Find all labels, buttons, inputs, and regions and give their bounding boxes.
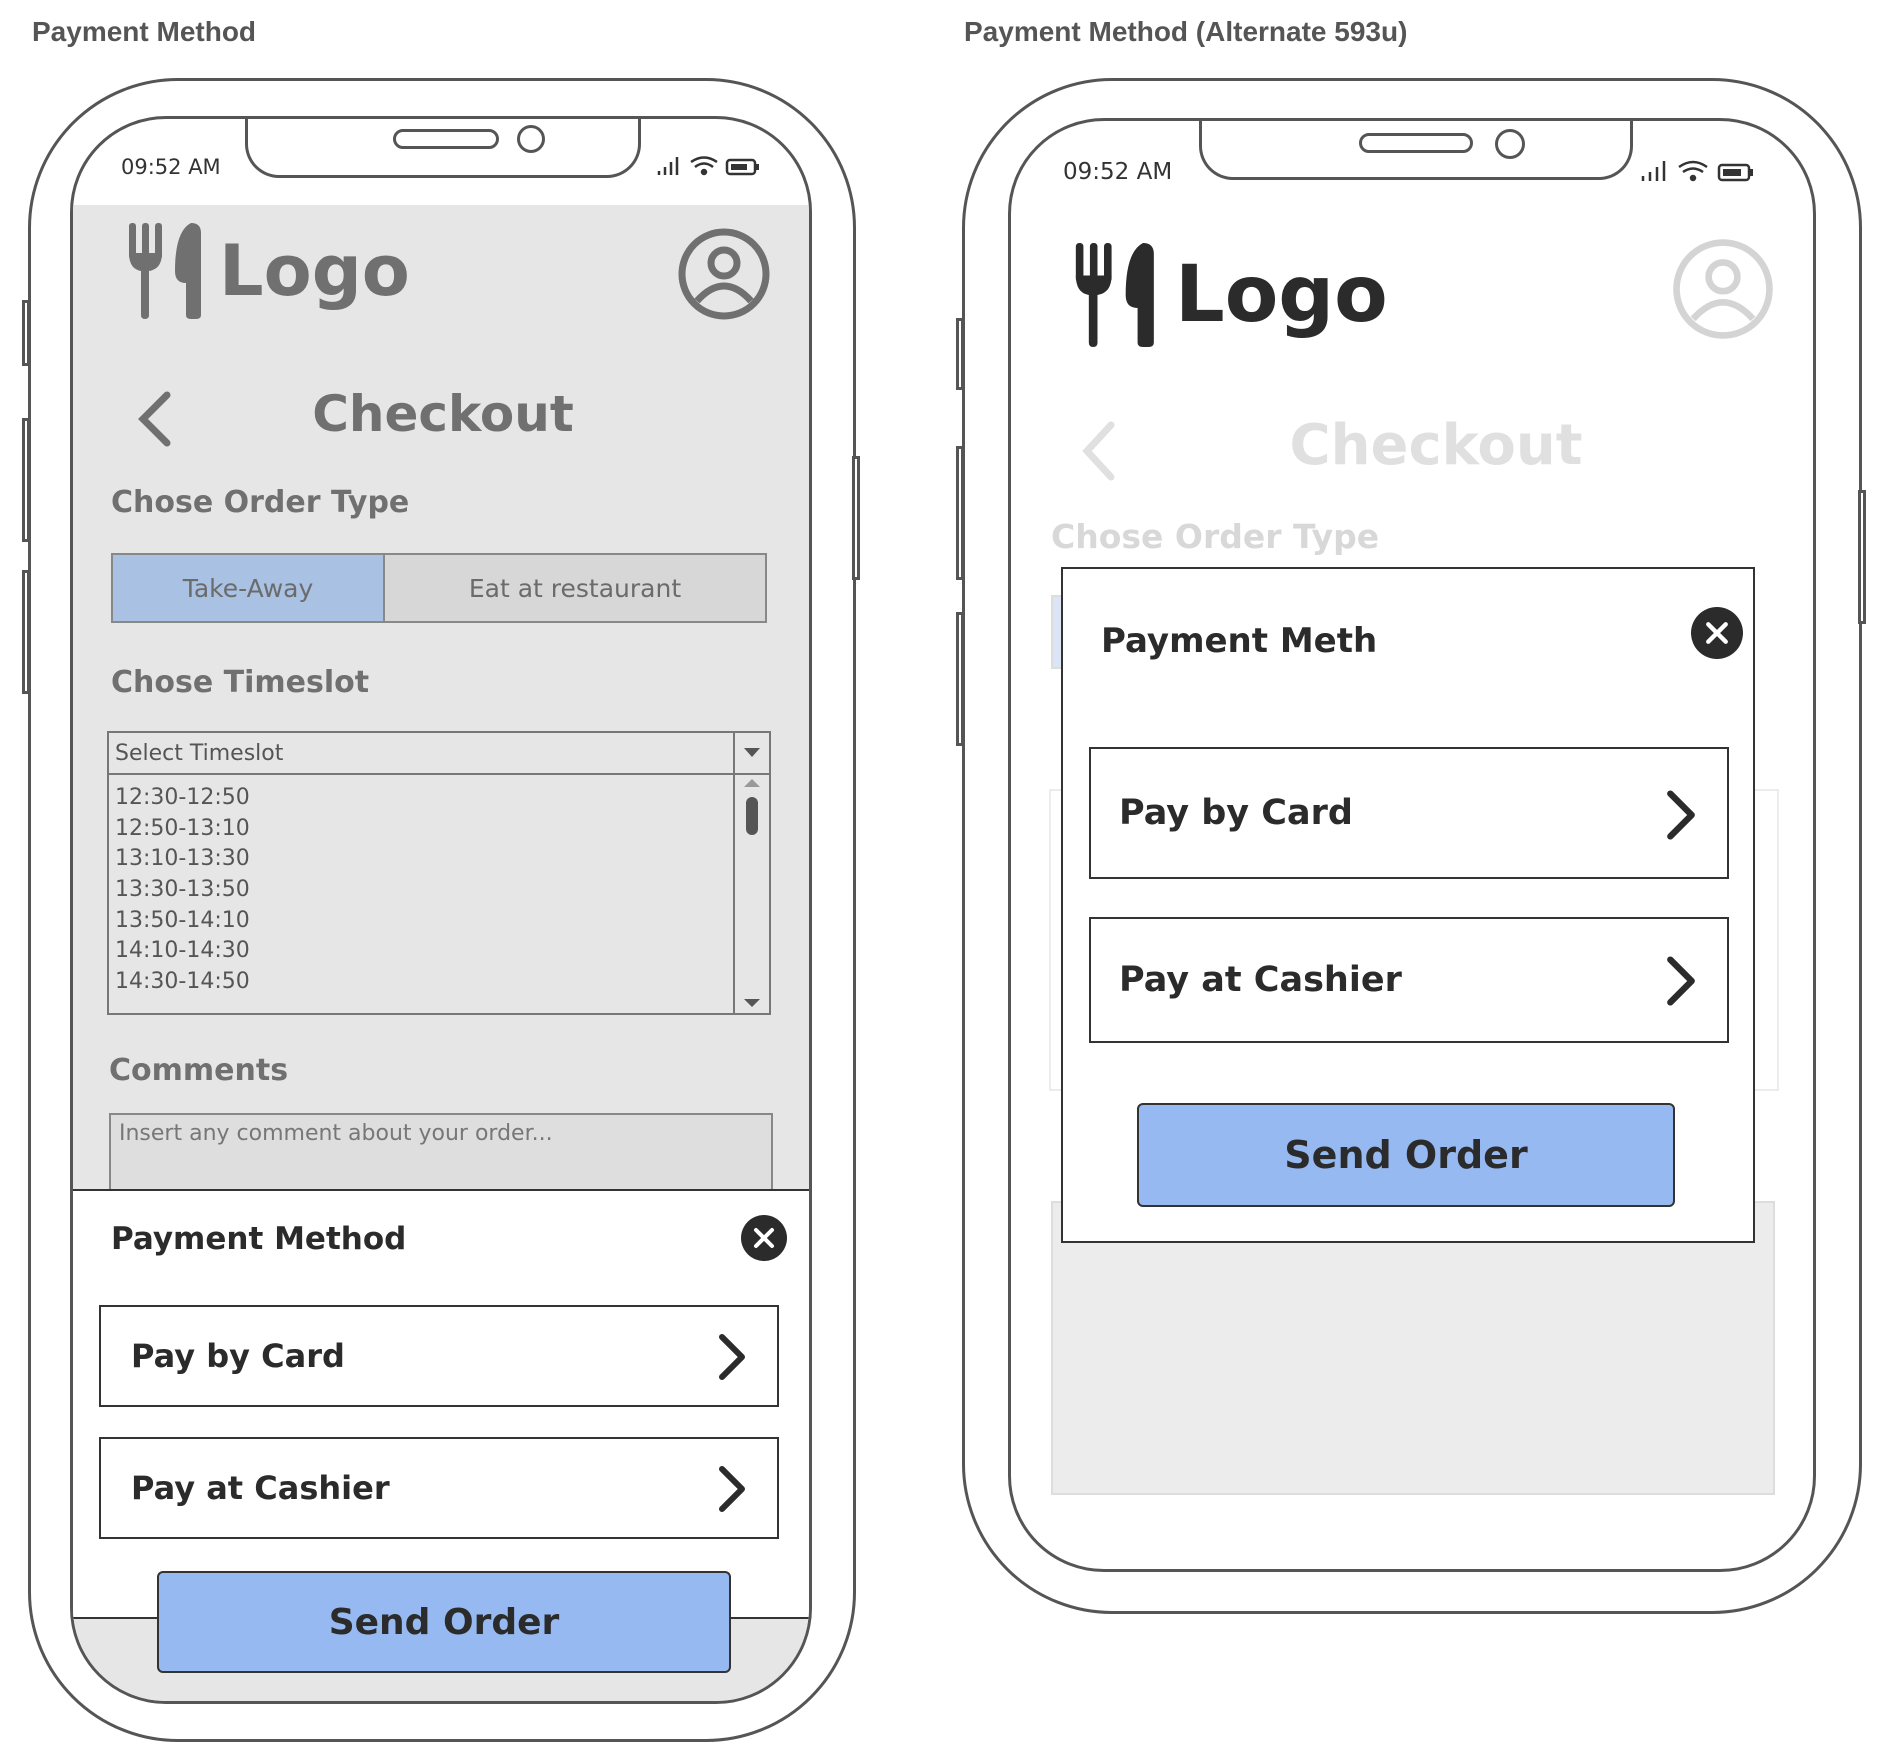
list-item[interactable]: 12:50-13:10 (115, 814, 250, 845)
signal-icon (1641, 161, 1666, 181)
segment-take-away[interactable]: Take-Away (113, 555, 385, 621)
back-chevron-icon[interactable] (135, 391, 175, 451)
faded-comments-field (1051, 1201, 1775, 1495)
frame-title: Payment Method (32, 16, 257, 47)
fork-knife-icon (1075, 243, 1154, 347)
send-order-button[interactable]: Send Order (1137, 1103, 1675, 1207)
speaker (1359, 133, 1473, 153)
option-label: Pay at Cashier (131, 1469, 390, 1507)
list-item[interactable]: 13:30-13:50 (115, 875, 250, 906)
side-button (1858, 490, 1866, 624)
option-label: Pay at Cashier (1119, 960, 1402, 1000)
phone-screen: 09:52 AM Logo Checkout Chose Order Type … (70, 116, 812, 1704)
segment-eat-at-restaurant[interactable]: Eat at restaurant (385, 555, 765, 621)
dropdown-arrow-icon[interactable] (733, 733, 769, 773)
sheet-title: Payment Method (111, 1221, 407, 1257)
chevron-right-icon (717, 1465, 747, 1517)
sheet-title: Payment Meth (1101, 621, 1378, 661)
payment-method-sheet: Payment Method Pay by Card Pay at Cashie… (73, 1189, 809, 1619)
timeslot-select[interactable]: Select Timeslot (109, 733, 769, 775)
app-logo: Logo (127, 223, 410, 319)
send-order-button[interactable]: Send Order (157, 1571, 731, 1673)
pay-by-card-option[interactable]: Pay by Card (1089, 747, 1729, 879)
status-icons (655, 153, 765, 183)
pay-at-cashier-option[interactable]: Pay at Cashier (1089, 917, 1729, 1043)
order-type-segmented-control: Take-Away Eat at restaurant (111, 553, 767, 623)
user-avatar-icon[interactable] (1671, 237, 1775, 345)
logo-text: Logo (1175, 250, 1388, 340)
order-type-label: Chose Order Type (1051, 517, 1380, 556)
camera (517, 125, 545, 153)
side-button (956, 446, 964, 580)
timeslot-label: Chose Timeslot (111, 665, 370, 700)
side-button (22, 418, 30, 542)
battery-icon (725, 158, 759, 176)
battery-icon (1717, 163, 1753, 182)
comments-label: Comments (109, 1053, 289, 1088)
camera (1495, 129, 1525, 159)
back-chevron-icon[interactable] (1079, 421, 1119, 485)
speaker (393, 129, 499, 149)
logo-text: Logo (219, 230, 410, 312)
timeslot-list: 12:30-12:50 12:50-13:10 13:10-13:30 13:3… (115, 783, 250, 998)
status-icons (1639, 157, 1759, 189)
scrollbar[interactable] (733, 775, 769, 1013)
status-time: 09:52 AM (1063, 159, 1173, 185)
list-item[interactable]: 14:30-14:50 (115, 967, 250, 998)
timeslot-listbox[interactable]: Select Timeslot 12:30-12:50 12:50-13:10 … (107, 731, 771, 1015)
fork-knife-icon (129, 223, 201, 319)
list-item[interactable]: 13:50-14:10 (115, 906, 250, 937)
side-button (22, 570, 30, 694)
list-item[interactable]: 13:10-13:30 (115, 844, 250, 875)
user-avatar-icon[interactable] (677, 227, 771, 325)
list-item[interactable]: 12:30-12:50 (115, 783, 250, 814)
close-icon[interactable] (741, 1215, 787, 1261)
close-icon[interactable] (1691, 607, 1743, 659)
pay-by-card-option[interactable]: Pay by Card (99, 1305, 779, 1407)
side-button (956, 612, 964, 746)
wifi-icon (690, 156, 718, 176)
page-title: Checkout (1289, 413, 1583, 478)
order-type-label: Chose Order Type (111, 485, 410, 520)
option-label: Pay by Card (131, 1337, 345, 1375)
signal-icon (657, 157, 679, 175)
side-button (852, 456, 860, 580)
side-button (956, 318, 964, 390)
timeslot-select-placeholder: Select Timeslot (115, 740, 284, 766)
chevron-right-icon (1665, 955, 1697, 1011)
side-button (22, 300, 30, 366)
chevron-right-icon (717, 1333, 747, 1385)
option-label: Pay by Card (1119, 793, 1353, 833)
pay-at-cashier-option[interactable]: Pay at Cashier (99, 1437, 779, 1539)
list-item[interactable]: 14:10-14:30 (115, 936, 250, 967)
app-logo: Logo (1073, 243, 1388, 347)
page-title: Checkout (312, 385, 574, 443)
chevron-right-icon (1665, 789, 1697, 845)
frame-title: Payment Method (Alternate 593u) (964, 16, 1408, 47)
payment-method-modal: Payment Meth Pay by Card Pay at Cashier … (1061, 567, 1755, 1243)
status-time: 09:52 AM (121, 155, 221, 179)
wifi-icon (1678, 160, 1708, 182)
phone-screen: 09:52 AM Logo Checkout Chose Order Type … (1008, 118, 1816, 1572)
